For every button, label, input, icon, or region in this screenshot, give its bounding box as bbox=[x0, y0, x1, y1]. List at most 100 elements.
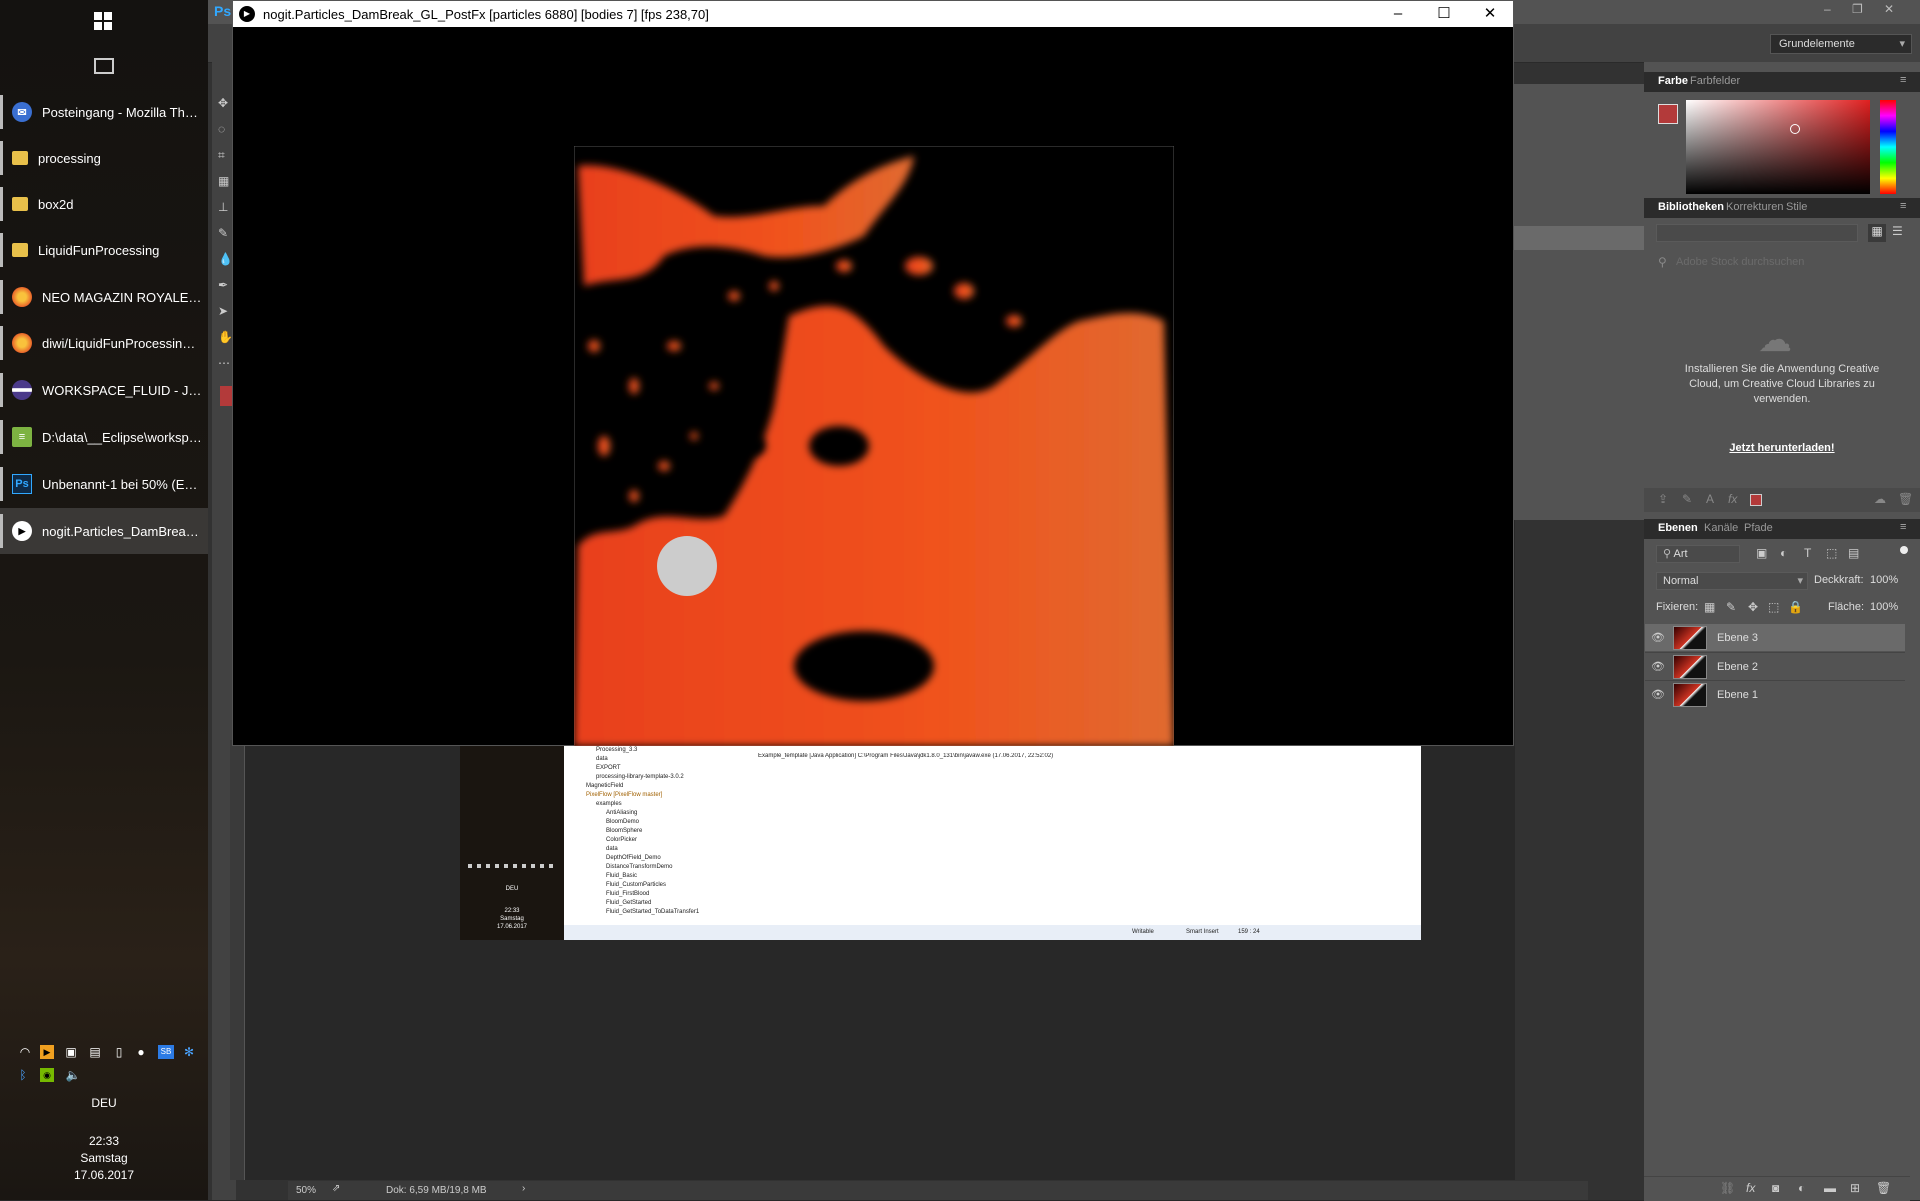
restore-icon[interactable]: ❐ bbox=[1852, 2, 1863, 16]
group-folder-icon[interactable]: ▬ bbox=[1824, 1181, 1836, 1195]
swatch-icon[interactable] bbox=[1750, 494, 1762, 506]
fill-input[interactable]: 100% bbox=[1870, 601, 1898, 613]
tab-korrekturen[interactable]: Korrekturen bbox=[1726, 201, 1783, 213]
adjustment-layer-icon[interactable]: ◐ bbox=[1798, 1181, 1805, 1195]
tree-item[interactable]: BloomSphere bbox=[576, 827, 762, 836]
lock-position-icon[interactable]: ✥ bbox=[1748, 600, 1758, 614]
workspace-select[interactable]: Grundelemente ▾ bbox=[1770, 34, 1912, 54]
panel-menu-icon[interactable]: ≡ bbox=[1900, 200, 1906, 212]
brush-icon[interactable]: ✎ bbox=[1682, 492, 1692, 506]
tab-farbe[interactable]: Farbe bbox=[1658, 75, 1688, 87]
foreground-color-swatch[interactable] bbox=[220, 386, 232, 406]
hue-slider[interactable] bbox=[1880, 100, 1896, 194]
trash-icon[interactable]: 🗑 bbox=[1876, 1181, 1891, 1195]
network-icon[interactable]: ▣ bbox=[64, 1045, 78, 1059]
image-filter-icon[interactable]: ▣ bbox=[1756, 546, 1767, 560]
app-titlebar[interactable]: ▶ nogit.Particles_DamBreak_GL_PostFx [pa… bbox=[233, 1, 1513, 27]
minimize-button[interactable]: – bbox=[1375, 1, 1421, 27]
clock-time[interactable]: 22:33 bbox=[0, 1134, 208, 1148]
monitor-icon[interactable]: ▤ bbox=[88, 1045, 102, 1059]
tree-item[interactable]: data bbox=[576, 755, 762, 764]
app-tray-icon[interactable]: ● bbox=[134, 1045, 148, 1059]
layer-row[interactable]: 👁 Ebene 1 bbox=[1645, 680, 1905, 708]
text-icon[interactable]: A bbox=[1706, 492, 1714, 506]
fx-icon[interactable]: fx bbox=[1746, 1181, 1755, 1195]
taskbar-item-photoshop[interactable]: Ps Unbenannt-1 bei 50% (Eben... bbox=[0, 461, 208, 507]
library-search-input[interactable]: Adobe Stock durchsuchen bbox=[1676, 256, 1804, 268]
brush-tool-icon[interactable]: ✎ bbox=[218, 226, 228, 240]
volume-icon[interactable]: 🔈 bbox=[64, 1068, 82, 1082]
tab-pfade[interactable]: Pfade bbox=[1744, 522, 1773, 534]
tab-farbfelder[interactable]: Farbfelder bbox=[1690, 75, 1740, 87]
tree-item[interactable]: PixelFlow [PixelFlow master] bbox=[576, 791, 762, 800]
tree-item[interactable]: BloomDemo bbox=[576, 818, 762, 827]
tab-stile[interactable]: Stile bbox=[1786, 201, 1807, 213]
layer-row[interactable]: 👁 Ebene 3 bbox=[1645, 624, 1905, 651]
tree-item[interactable]: EXPORT bbox=[576, 764, 762, 773]
tree-item[interactable]: DepthOfField_Demo bbox=[576, 854, 762, 863]
tree-item[interactable]: Fluid_GetStarted_ToDataTransfer1 bbox=[576, 908, 762, 917]
tree-item[interactable]: data bbox=[576, 845, 762, 854]
move-tool-icon[interactable]: ✥ bbox=[218, 96, 228, 110]
crop-tool-icon[interactable]: ⌗ bbox=[218, 148, 225, 163]
lock-transparency-icon[interactable]: ▦ bbox=[1704, 600, 1715, 614]
zoom-level[interactable]: 50% bbox=[296, 1185, 316, 1196]
blend-mode-select[interactable]: Normal ▾ bbox=[1656, 572, 1808, 590]
adjustment-filter-icon[interactable]: ◐ bbox=[1780, 546, 1787, 560]
document-info[interactable]: Dok: 6,59 MB/19,8 MB bbox=[386, 1185, 487, 1196]
tree-item[interactable]: Fluid_Basic bbox=[576, 872, 762, 881]
library-select[interactable] bbox=[1656, 224, 1858, 242]
new-layer-icon[interactable]: ⊞ bbox=[1850, 1181, 1860, 1195]
pen-tool-icon[interactable]: ✒ bbox=[218, 278, 228, 292]
grid-view-icon[interactable]: ▦ bbox=[1868, 224, 1886, 242]
link-layers-icon[interactable]: ⛓ bbox=[1720, 1181, 1735, 1195]
maximize-button[interactable]: ☐ bbox=[1421, 1, 1467, 27]
list-view-icon[interactable]: ☰ bbox=[1892, 224, 1903, 238]
opacity-input[interactable]: 100% bbox=[1870, 574, 1898, 586]
wifi-icon[interactable]: ◠ bbox=[18, 1045, 32, 1059]
chevron-right-icon[interactable]: › bbox=[522, 1183, 525, 1194]
filter-toggle-icon[interactable] bbox=[1900, 546, 1908, 554]
mask-icon[interactable]: ◙ bbox=[1772, 1181, 1779, 1195]
rigid-body-circle[interactable] bbox=[657, 536, 717, 596]
simulation-canvas[interactable] bbox=[574, 146, 1174, 746]
tree-item[interactable]: AntiAliasing bbox=[576, 809, 762, 818]
eye-icon[interactable]: 👁 bbox=[1651, 688, 1665, 701]
taskbar-item-thunderbird[interactable]: ✉ Posteingang - Mozilla Thun... bbox=[0, 89, 208, 135]
media-icon[interactable]: ▶ bbox=[40, 1045, 54, 1059]
more-tools-icon[interactable]: ⋯ bbox=[218, 356, 230, 370]
tree-item[interactable]: examples bbox=[576, 800, 762, 809]
tab-ebenen[interactable]: Ebenen bbox=[1658, 522, 1698, 534]
tree-item[interactable]: processing-library-template-3.0.2 bbox=[576, 773, 762, 782]
fx-icon[interactable]: fx bbox=[1728, 492, 1737, 506]
eye-icon[interactable]: 👁 bbox=[1651, 660, 1665, 673]
layer-row[interactable]: 👁 Ebene 2 bbox=[1645, 652, 1905, 680]
nvidia-icon[interactable]: ◉ bbox=[40, 1068, 54, 1082]
export-icon[interactable]: ⇗ bbox=[332, 1183, 340, 1194]
language-indicator[interactable]: DEU bbox=[0, 1096, 208, 1110]
hand-tool-icon[interactable]: ✋ bbox=[218, 330, 233, 344]
taskbar-item-eclipse[interactable]: WORKSPACE_FLUID - Java - ... bbox=[0, 367, 208, 413]
stamp-tool-icon[interactable]: ⊥ bbox=[218, 200, 228, 214]
eye-icon[interactable]: 👁 bbox=[1651, 631, 1665, 644]
taskbar-item-firefox-github[interactable]: diwi/LiquidFunProcessing: B... bbox=[0, 320, 208, 366]
tree-item[interactable]: Fluid_FirstBlood bbox=[576, 890, 762, 899]
cc-sync-icon[interactable]: ☁ bbox=[1874, 492, 1886, 506]
task-view-icon[interactable] bbox=[94, 58, 114, 74]
select-tool-icon[interactable]: ➤ bbox=[218, 304, 228, 318]
taskbar-item-liquidfun[interactable]: LiquidFunProcessing bbox=[0, 227, 208, 273]
taskbar-item-particles[interactable]: ▶ nogit.Particles_DamBreak_G... bbox=[0, 508, 208, 554]
particles-app-window[interactable]: ▶ nogit.Particles_DamBreak_GL_PostFx [pa… bbox=[232, 0, 1514, 746]
shape-filter-icon[interactable]: ⬚ bbox=[1826, 546, 1837, 560]
close-button[interactable]: ✕ bbox=[1467, 1, 1513, 27]
layer-filter-select[interactable]: ⚲ Art bbox=[1656, 545, 1740, 563]
taskbar-item-processing[interactable]: processing bbox=[0, 135, 208, 181]
tree-item[interactable]: Fluid_CustomParticles bbox=[576, 881, 762, 890]
lock-all-icon[interactable]: 🔒 bbox=[1788, 600, 1803, 614]
trash-icon[interactable]: 🗑 bbox=[1898, 492, 1913, 506]
fg-color-swatch[interactable] bbox=[1658, 104, 1678, 124]
tree-item[interactable]: MagneticField bbox=[576, 782, 762, 791]
tree-item[interactable]: Fluid_GetStarted bbox=[576, 899, 762, 908]
taskbar-item-firefox-neo[interactable]: NEO MAGAZIN ROYALE mit ... bbox=[0, 274, 208, 320]
tree-item[interactable]: Processing_3.3 bbox=[576, 746, 762, 755]
